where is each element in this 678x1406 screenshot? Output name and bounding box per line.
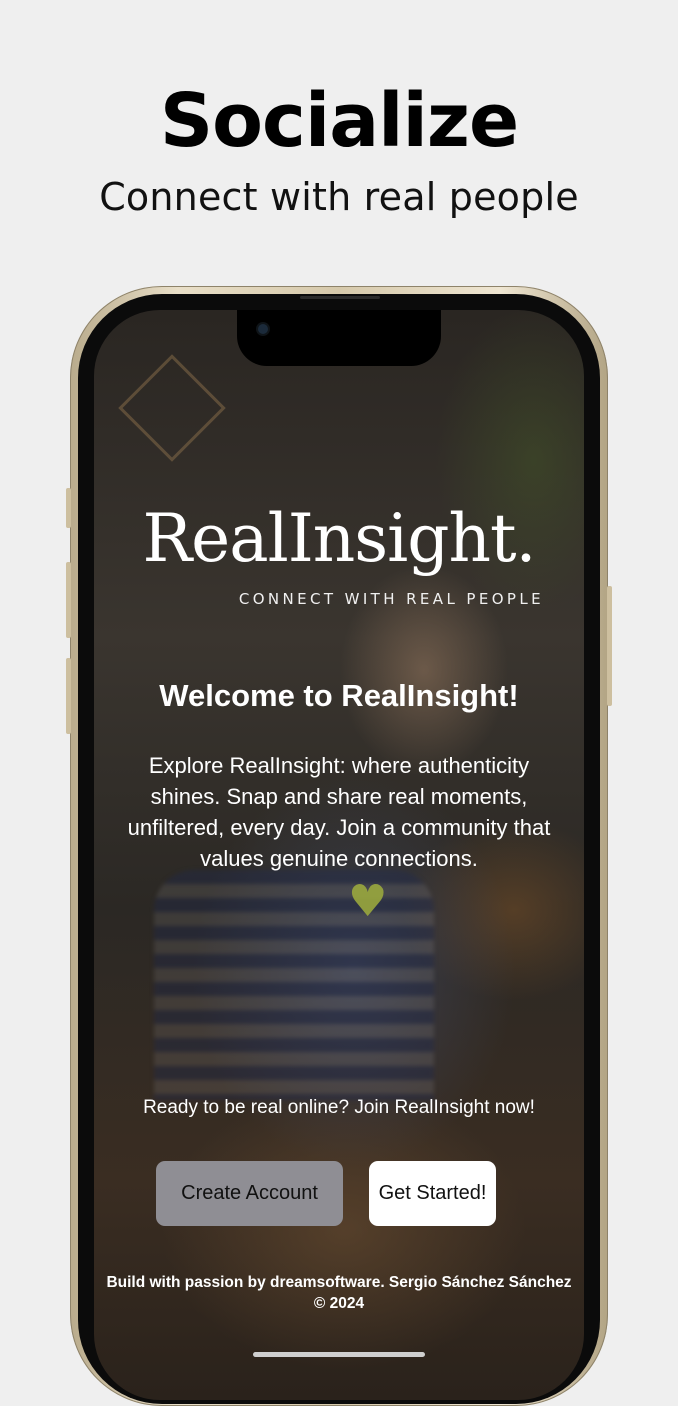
app-tagline: CONNECT WITH REAL PEOPLE — [238, 590, 544, 608]
background-striped-shirt — [154, 870, 434, 1100]
welcome-title: Welcome to RealInsight! — [159, 678, 519, 713]
phone-power-button — [607, 586, 612, 706]
app-logo: RealInsight. — [142, 500, 536, 577]
phone-volume-down — [66, 658, 71, 734]
background-decor-frame — [118, 354, 226, 462]
phone-notch — [237, 310, 441, 366]
background-heart-icon: ♥ — [348, 876, 388, 927]
home-indicator[interactable] — [253, 1352, 425, 1357]
front-camera-icon — [258, 324, 268, 334]
get-started-button[interactable]: Get Started! — [369, 1161, 496, 1226]
phone-mute-switch — [66, 488, 71, 528]
promo-title: Socialize — [159, 78, 519, 164]
phone-speaker — [300, 296, 380, 299]
footer-credits: Build with passion by dreamsoftware. Ser… — [106, 1274, 572, 1312]
create-account-button[interactable]: Create Account — [156, 1161, 343, 1226]
phone-volume-up — [66, 562, 71, 638]
cta-text: Ready to be real online? Join RealInsigh… — [143, 1097, 535, 1118]
intro-text: Explore RealInsight: where authenticity … — [127, 753, 551, 871]
promo-subtitle: Connect with real people — [99, 175, 579, 219]
